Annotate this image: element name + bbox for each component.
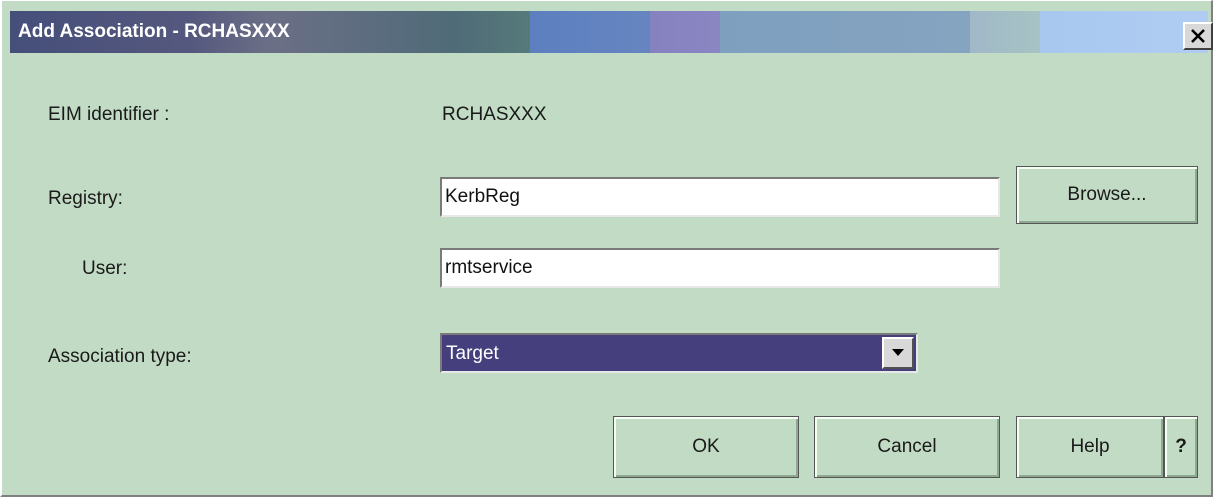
ok-button[interactable]: OK bbox=[613, 416, 799, 478]
chevron-down-icon bbox=[892, 349, 904, 356]
window-title: Add Association - RCHASXXX bbox=[18, 21, 290, 42]
dropdown-button[interactable] bbox=[882, 337, 914, 369]
association-type-select[interactable]: Target bbox=[440, 333, 918, 373]
association-type-value: Target bbox=[446, 343, 499, 364]
close-button[interactable] bbox=[1183, 22, 1213, 50]
user-input[interactable]: rmtservice bbox=[440, 248, 1000, 288]
eim-identifier-label: EIM identifier : bbox=[48, 104, 170, 125]
context-help-button[interactable]: ? bbox=[1164, 416, 1198, 478]
user-label: User: bbox=[82, 258, 128, 279]
browse-button[interactable]: Browse... bbox=[1016, 166, 1198, 224]
close-icon bbox=[1191, 29, 1205, 43]
cancel-button[interactable]: Cancel bbox=[814, 416, 1000, 478]
association-type-label: Association type: bbox=[48, 346, 192, 367]
help-button[interactable]: Help bbox=[1016, 416, 1164, 478]
title-bar[interactable]: Add Association - RCHASXXX bbox=[10, 11, 1213, 53]
eim-identifier-value: RCHASXXX bbox=[442, 104, 547, 125]
registry-input[interactable]: KerbReg bbox=[440, 177, 1000, 217]
add-association-dialog: Add Association - RCHASXXX EIM identifie… bbox=[0, 0, 1213, 497]
registry-label: Registry: bbox=[48, 188, 123, 209]
